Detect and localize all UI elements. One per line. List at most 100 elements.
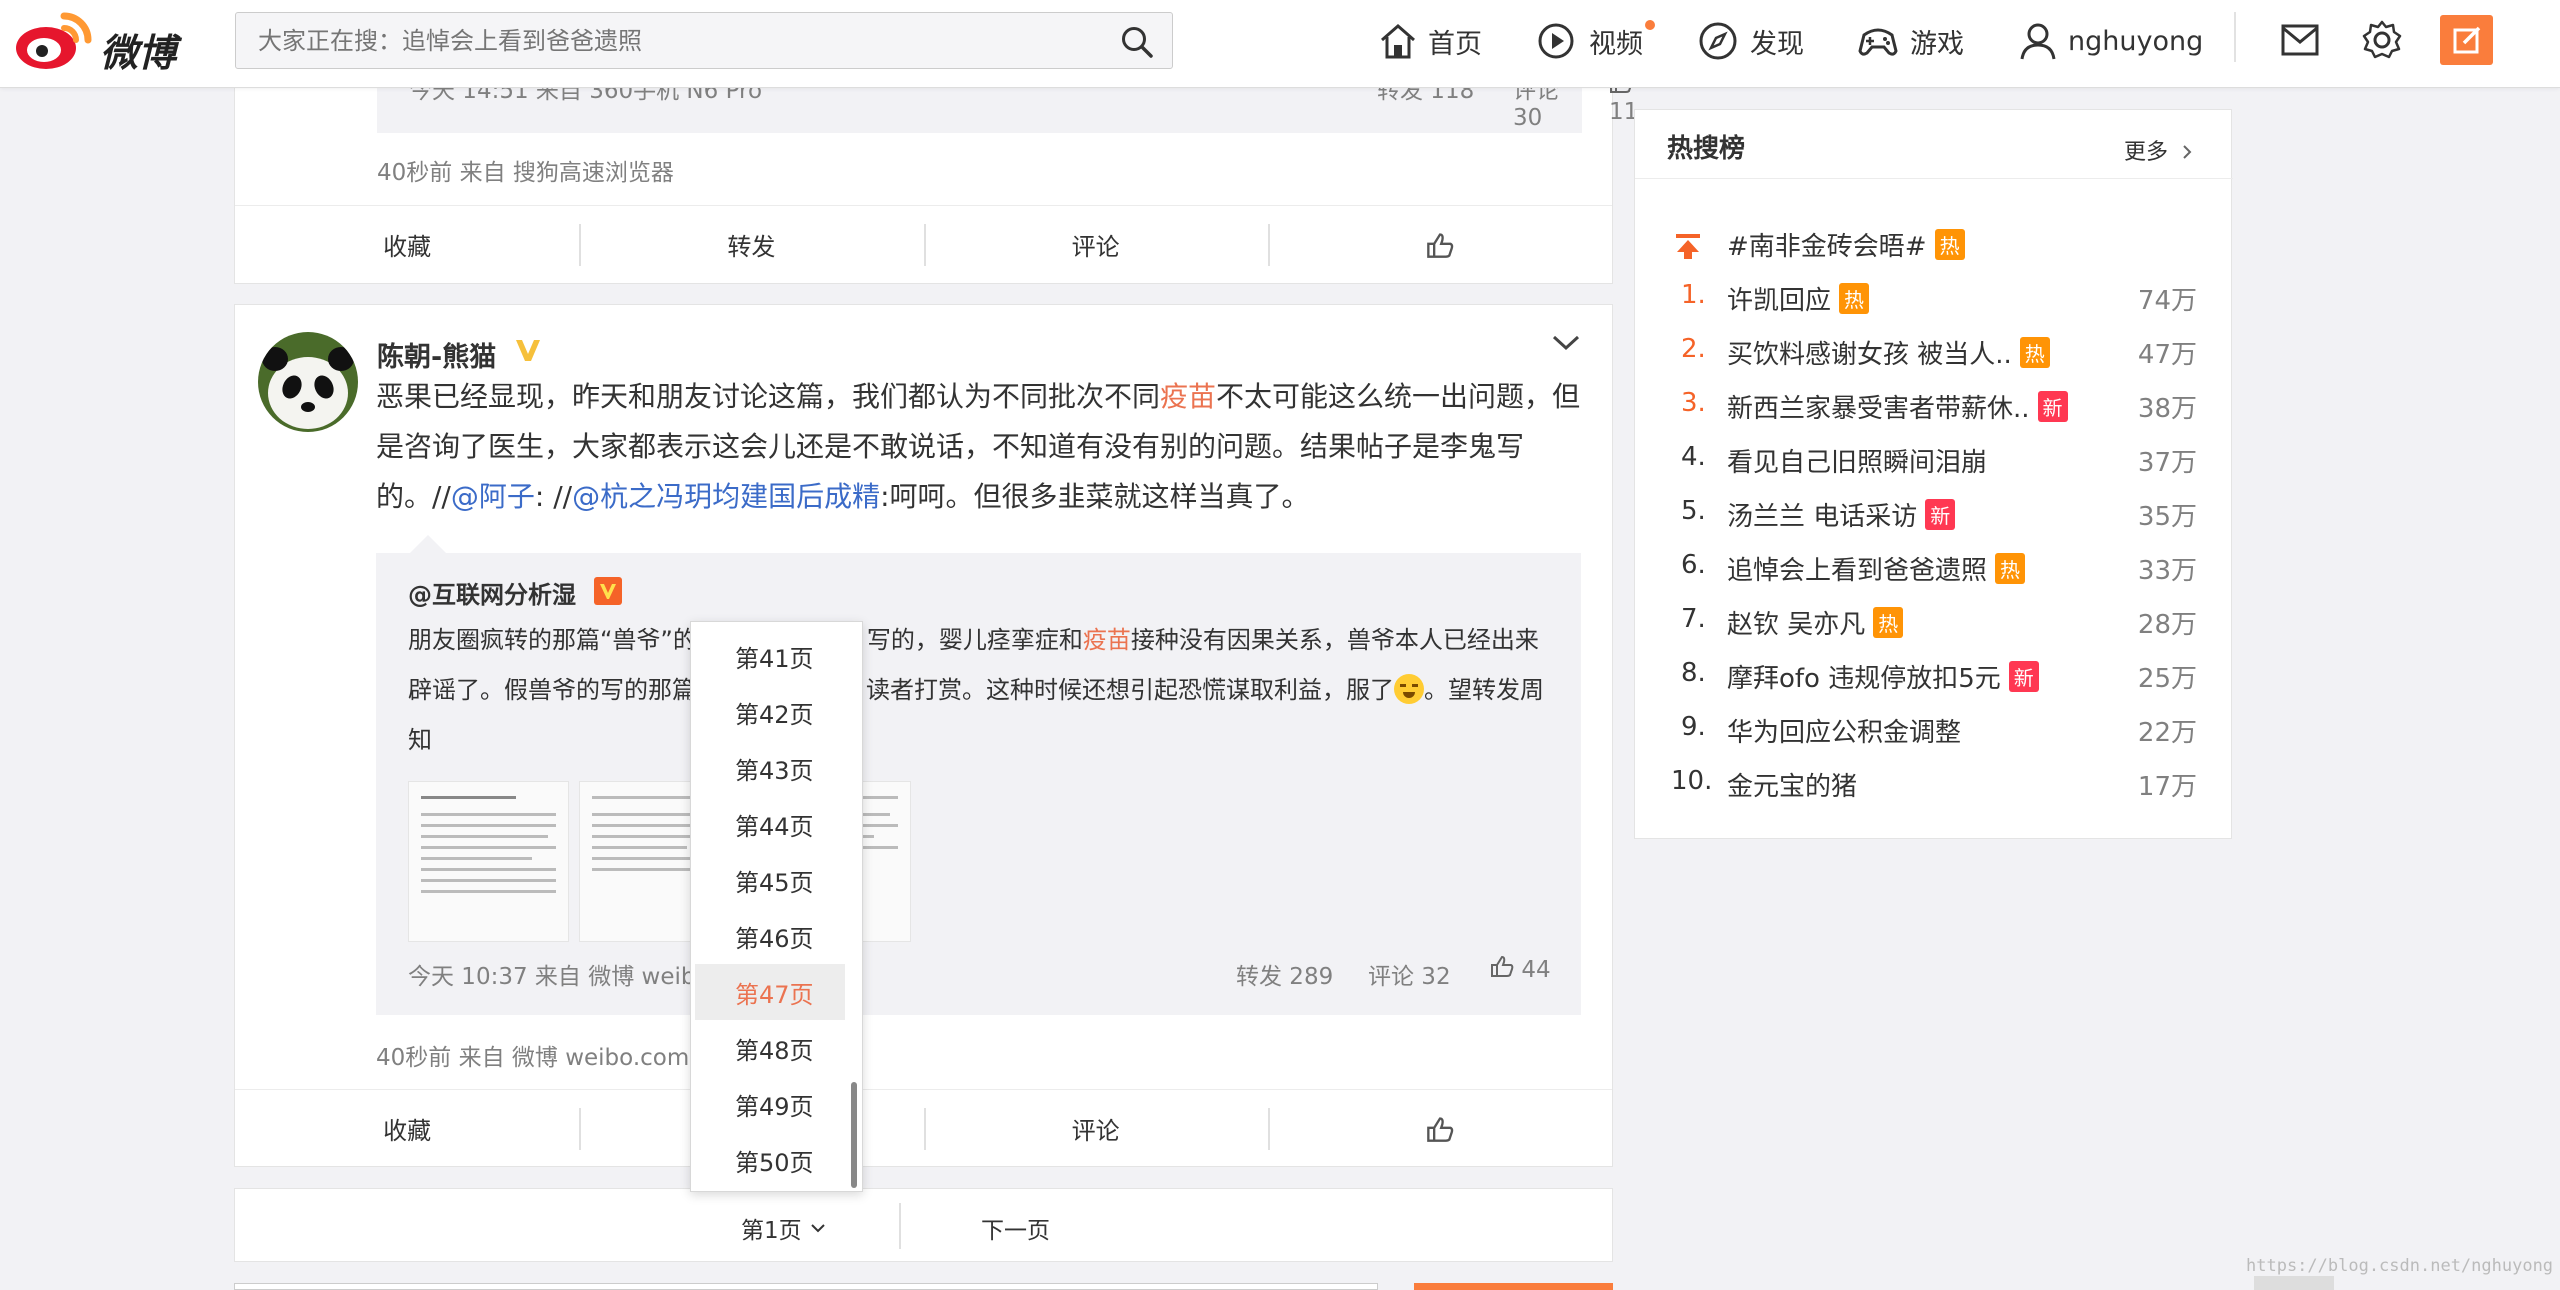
rank-number: 6. — [1681, 550, 1706, 580]
repost-like-count[interactable]: 44 — [1490, 955, 1551, 983]
verified-red-badge — [594, 577, 622, 605]
hot-search-item[interactable]: 8. 摩拜ofo 违规停放扣5元新 25万 — [1635, 650, 2233, 702]
search-box[interactable] — [235, 12, 1173, 69]
search-count: 35万 — [2137, 502, 2197, 532]
compose-button[interactable] — [2440, 15, 2493, 65]
hot-search-item[interactable]: 10. 金元宝的猪 17万 — [1635, 758, 2233, 810]
page-option[interactable]: 第44页 — [695, 796, 845, 852]
rank-number: 9. — [1681, 712, 1706, 742]
new-badge: 新 — [2037, 391, 2068, 422]
search-count: 25万 — [2137, 664, 2197, 694]
post-meta: 40秒前 来自 微博 weibo.com — [376, 1045, 690, 1071]
dropdown-scrollbar[interactable] — [851, 1082, 857, 1188]
nav-video-label: 视频 — [1589, 28, 1643, 60]
pagination-divider — [899, 1203, 901, 1249]
thumbs-up-icon — [1427, 232, 1454, 258]
favorite-label: 收藏 — [383, 1117, 432, 1145]
page-option[interactable]: 第46页 — [695, 908, 845, 964]
hot-search-item[interactable]: 1. 许凯回应热 74万 — [1635, 272, 2233, 324]
keyword-link[interactable]: 疫苗 — [1083, 626, 1131, 654]
nav-home[interactable]: 首页 — [1378, 16, 1482, 66]
topic-text: 华为回应公积金调整 — [1727, 718, 1962, 748]
nav-games[interactable]: 游戏 — [1856, 16, 1964, 66]
repost-pointer — [408, 535, 448, 555]
keyword-link[interactable]: 疫苗 — [1160, 380, 1216, 413]
rank-number: 4. — [1681, 442, 1706, 472]
hot-badge: 热 — [2019, 337, 2050, 368]
gamepad-icon — [1858, 28, 1898, 56]
comment-button[interactable]: 评论 — [923, 1090, 1268, 1167]
rank-number: 5. — [1681, 496, 1706, 526]
favorite-button[interactable]: 收藏 — [235, 1090, 579, 1167]
favorite-button[interactable]: 收藏 — [235, 206, 579, 283]
mail-icon[interactable] — [2281, 24, 2319, 56]
mention-link[interactable]: @阿子 — [451, 480, 535, 513]
scroll-to-top-edge[interactable] — [2254, 1276, 2334, 1290]
verified-v-icon — [516, 340, 540, 361]
post-text: 恶果已经显现，昨天和朋友讨论这篇，我们都认为不同批次不同疫苗不太可能这么统一出问… — [376, 372, 1591, 522]
hot-search-item[interactable]: 3. 新西兰家暴受害者带薪休.. 新 38万 — [1635, 380, 2233, 432]
hot-search-divider — [1635, 178, 2233, 179]
forward-button[interactable]: 转发 — [579, 206, 923, 283]
user-icon — [2020, 23, 2056, 60]
action-bar: 收藏 转发 评论 — [235, 205, 1612, 283]
page-option[interactable]: 第48页 — [695, 1020, 845, 1076]
weibo-logo[interactable]: 微博 — [12, 8, 182, 80]
page-option[interactable]: 第45页 — [695, 852, 845, 908]
hot-search-item[interactable]: 7. 赵钦 吴亦凡热 28万 — [1635, 596, 2233, 648]
nav-video[interactable]: 视频 — [1537, 16, 1655, 66]
topic-text: 汤兰兰 电话采访 — [1727, 502, 1918, 532]
page-option[interactable]: 第41页 — [695, 628, 845, 684]
topic-text: 赵钦 吴亦凡 — [1727, 610, 1866, 640]
rank-number: 7. — [1681, 604, 1706, 634]
topic-text: 追悼会上看到爸爸遗照 — [1727, 556, 1988, 586]
verified-badge — [513, 335, 543, 365]
page-option[interactable]: 第43页 — [695, 740, 845, 796]
hot-search-item[interactable]: 9. 华为回应公积金调整 22万 — [1635, 704, 2233, 756]
forward-label: 转发 — [727, 233, 776, 261]
settings-gear-icon[interactable] — [2362, 20, 2402, 60]
thumbs-up-icon — [1491, 955, 1514, 977]
search-count: 37万 — [2137, 448, 2197, 478]
image-thumbnail[interactable] — [408, 781, 569, 942]
page-option[interactable]: 第42页 — [695, 684, 845, 740]
page-option-highlighted[interactable]: 第47页 — [695, 964, 845, 1020]
like-button[interactable] — [1267, 1090, 1612, 1167]
page-option[interactable]: 第49页 — [695, 1076, 845, 1132]
hot-search-more-link[interactable]: 更多 — [2124, 134, 2193, 166]
topic-text: 新西兰家暴受害者带薪休.. — [1727, 394, 2030, 424]
hot-search-pinned[interactable]: #南非金砖会晤# 热 — [1635, 218, 2233, 270]
mention-link[interactable]: @杭之冯玥均建国后成精 — [572, 480, 880, 513]
hot-search-item[interactable]: 5. 汤兰兰 电话采访新 35万 — [1635, 488, 2233, 540]
weibo-eye-icon — [16, 12, 92, 69]
author-avatar[interactable] — [257, 331, 359, 433]
author-name[interactable]: 陈朝-熊猫 — [377, 335, 496, 374]
repost-forward-count[interactable]: 转发 289 — [1236, 957, 1333, 991]
topic-text: 摩拜ofo 违规停放扣5元 — [1727, 664, 2001, 694]
page-option[interactable]: 第50页 — [695, 1132, 845, 1188]
topic-text: 金元宝的猪 — [1727, 772, 1858, 802]
repost-comment-count[interactable]: 评论 32 — [1368, 957, 1451, 991]
hot-search-item[interactable]: 2. 买饮料感谢女孩 被当人.. 热 47万 — [1635, 326, 2233, 378]
comment-input-edge[interactable] — [234, 1283, 1378, 1290]
nav-discover[interactable]: 发现 — [1698, 16, 1804, 66]
repost-author[interactable]: @互联网分析湿 — [408, 575, 576, 610]
page-select[interactable]: 第1页 — [741, 1211, 826, 1245]
search-input[interactable] — [256, 23, 1076, 59]
hot-search-item[interactable]: 6. 追悼会上看到爸爸遗照热 33万 — [1635, 542, 2233, 594]
chevron-right-icon — [2183, 145, 2192, 159]
favorite-label: 收藏 — [383, 233, 432, 261]
chevron-down-icon[interactable] — [1551, 333, 1581, 353]
comment-button[interactable]: 评论 — [923, 206, 1268, 283]
post-meta: 40秒前 来自 搜狗高速浏览器 — [377, 160, 674, 186]
search-count: 33万 — [2137, 556, 2197, 586]
nav-profile[interactable]: nghuyong — [2018, 16, 2203, 66]
feed-card-previous: 今天 14:51 来自 360手机 N6 Pro 转发 118 评论 30 11… — [234, 60, 1638, 284]
next-page-link[interactable]: 下一页 — [981, 1211, 1050, 1245]
submit-button-edge[interactable] — [1414, 1283, 1613, 1290]
hot-badge: 热 — [1995, 553, 2026, 584]
hot-search-item[interactable]: 4. 看见自己旧照瞬间泪崩 37万 — [1635, 434, 2233, 486]
topic-text: 许凯回应 — [1727, 286, 1832, 316]
like-button[interactable] — [1267, 206, 1612, 283]
search-icon[interactable] — [1120, 25, 1154, 59]
